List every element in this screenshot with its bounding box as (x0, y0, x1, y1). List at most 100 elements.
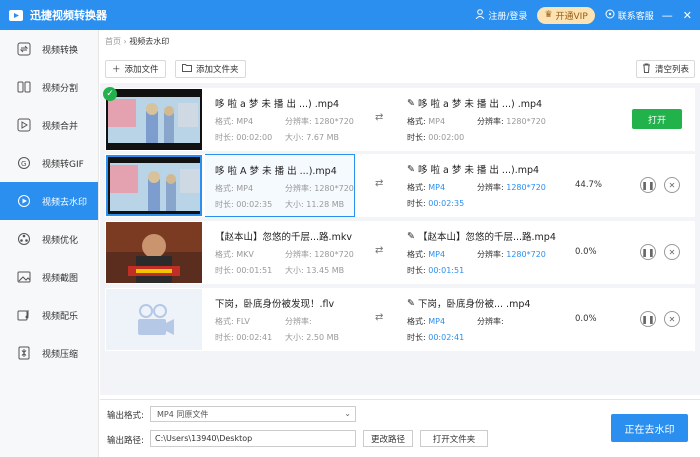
service-link[interactable]: 联系客服 (605, 9, 654, 22)
svg-text:G: G (21, 160, 26, 168)
duration-meta: 时长: 00:02:00 (215, 132, 272, 143)
resolution-label: 分辨率: (477, 117, 504, 126)
sidebar-item-merge[interactable]: 视频合并 (0, 106, 98, 144)
remove-button[interactable]: ✕ (664, 311, 680, 327)
duration-label: 时长: (215, 333, 234, 342)
format-meta: 格式: MP4 (215, 116, 253, 127)
sidebar-item-watermark[interactable]: 视频去水印 (0, 182, 98, 220)
resolution-label: 分辨率: (285, 184, 312, 193)
pause-icon: ❚❚ (641, 180, 655, 190)
sidebar-item-screenshot[interactable]: 视频截图 (0, 258, 98, 296)
output-path-field[interactable]: C:\Users\13940\Desktop (150, 430, 356, 447)
close-button[interactable]: ✕ (683, 9, 692, 22)
sidebar-item-compress[interactable]: 视频压缩 (0, 334, 98, 372)
size-value: 11.28 MB (306, 200, 345, 209)
output-path-label: 输出路径: (107, 436, 144, 446)
output-format-select[interactable]: MP4 同原文件 ⌄ (150, 406, 356, 422)
minimize-button[interactable]: — (662, 9, 673, 22)
service-label: 联系客服 (617, 11, 654, 22)
size-label: 大小: (285, 200, 304, 209)
resolution-meta: 分辨率: 1280*720 (285, 249, 354, 260)
start-button[interactable]: 正在去水印 (611, 414, 688, 442)
folder-icon (182, 63, 192, 75)
output-format-value[interactable]: MP4 (428, 183, 445, 192)
resolution-value: 1280*720 (314, 184, 354, 193)
breadcrumb: 首页 › 视频去水印 (105, 36, 169, 47)
format-value: MKV (236, 250, 254, 259)
open-button[interactable]: 打开 (632, 109, 682, 129)
sidebar-item-label: 视频去水印 (42, 197, 88, 208)
source-info: 【赵本山】忽悠的千层...路.mkv 格式: MKV 分辨率: 1280*720… (205, 221, 355, 284)
resolution-label: 分辨率: (285, 117, 312, 126)
add-file-label: 添加文件 (124, 65, 159, 75)
output-duration-value: 00:01:51 (428, 266, 465, 275)
sidebar-item-label: 视频转GIF (42, 159, 84, 170)
format-meta: 格式: MKV (215, 249, 254, 260)
output-resolution-value[interactable]: 1280*720 (506, 183, 546, 192)
output-resolution-value[interactable]: 1280*720 (506, 250, 546, 259)
resolution-value: 1280*720 (314, 250, 354, 259)
pause-button[interactable]: ❚❚ (640, 311, 656, 327)
progress-text: 0.0% (575, 314, 597, 324)
sidebar-item-optimize[interactable]: 视频优化 (0, 220, 98, 258)
source-info: 哆 啦 A 梦 未 播 出 ...).mp4 格式: MP4 分辨率: 1280… (205, 154, 355, 217)
vip-button[interactable]: ♛ 开通VIP (537, 6, 595, 24)
split-icon (16, 79, 32, 95)
format-label: 格式: (215, 317, 234, 326)
sidebar-item-music[interactable]: 视频配乐 (0, 296, 98, 334)
open-folder-button[interactable]: 打开文件夹 (420, 430, 488, 447)
output-format-value: MP4 (428, 117, 446, 126)
output-format-value[interactable]: MP4 (428, 250, 445, 259)
list-item[interactable]: 哆 啦 A 梦 未 播 出 ...).mp4 格式: MP4 分辨率: 1280… (105, 154, 695, 217)
size-value: 2.50 MB (306, 333, 339, 342)
sidebar-item-split[interactable]: 视频分割 (0, 68, 98, 106)
output-duration-meta: 时长: 00:01:51 (407, 265, 464, 276)
duration-label: 时长: (215, 133, 234, 142)
pause-button[interactable]: ❚❚ (640, 244, 656, 260)
sidebar-item-label: 视频截图 (42, 273, 79, 284)
close-icon: ✕ (668, 180, 676, 190)
output-duration-meta: 时长: 00:02:00 (407, 132, 464, 143)
remove-button[interactable]: ✕ (664, 244, 680, 260)
output-file-name[interactable]: ✎ 哆 啦 a 梦 未 播 出 ...) .mp4 (407, 96, 542, 111)
output-duration-value: 00:02:00 (428, 133, 465, 142)
sidebar-item-convert[interactable]: 视频转换 (0, 30, 98, 68)
add-file-button[interactable]: ＋ 添加文件 (105, 60, 166, 78)
size-value: 13.45 MB (306, 266, 345, 275)
output-duration-value: 00:02:35 (428, 199, 465, 208)
shuffle-icon: ⇄ (375, 178, 384, 189)
compress-icon (16, 345, 32, 361)
output-file-name[interactable]: ✎ 下岗，卧底身份被... .mp4 (407, 296, 530, 311)
output-format-selected: MP4 同原文件 (157, 409, 209, 419)
edit-icon: ✎ (407, 97, 415, 109)
clear-list-button[interactable]: 清空列表 (635, 60, 695, 78)
list-item[interactable]: 【赵本山】忽悠的千层...路.mkv 格式: MKV 分辨率: 1280*720… (105, 221, 695, 284)
pause-button[interactable]: ❚❚ (640, 177, 656, 193)
resolution-label: 分辨率: (285, 250, 312, 259)
remove-button[interactable]: ✕ (664, 177, 680, 193)
sidebar-item-label: 视频转换 (42, 45, 79, 56)
main-panel: 首页 › 视频去水印 ＋ 添加文件 添加文件夹 清空列表 ✓ 哆 啦 a 梦 未… (100, 30, 700, 457)
sidebar-item-gif[interactable]: G 视频转GIF (0, 144, 98, 182)
sidebar-item-label: 视频合并 (42, 121, 79, 132)
list-item[interactable]: ✓ 哆 啦 a 梦 未 播 出 ...) .mp4 格式: MP4 分辨率: 1… (103, 87, 695, 151)
add-folder-button[interactable]: 添加文件夹 (175, 60, 246, 78)
list-item[interactable]: 下岗，卧底身份被发现！.flv 格式: FLV 分辨率: 时长: 00:02:4… (105, 288, 695, 351)
progress-text: 0.0% (575, 247, 597, 257)
format-value: MP4 (236, 117, 254, 126)
change-path-button[interactable]: 更改路径 (363, 430, 413, 447)
output-file-name[interactable]: ✎ 哆 啦 a 梦 未 播 出 ...).mp4 (407, 162, 539, 177)
sidebar-item-label: 视频分割 (42, 83, 79, 94)
size-meta: 大小: 2.50 MB (285, 332, 339, 343)
output-duration-meta: 时长: 00:02:35 (407, 198, 464, 209)
login-link[interactable]: 注册/登录 (475, 8, 527, 22)
output-resolution-meta: 分辨率: 1280*720 (477, 182, 546, 193)
format-label: 格式: (215, 184, 234, 193)
breadcrumb-home[interactable]: 首页 (105, 37, 121, 46)
merge-icon (16, 117, 32, 133)
output-file-name[interactable]: ✎ 【赵本山】忽悠的千层...路.mp4 (407, 229, 556, 244)
duration-value: 00:02:00 (236, 133, 273, 142)
format-meta: 格式: MP4 (215, 183, 253, 194)
output-format-value[interactable]: MP4 (428, 317, 445, 326)
output-resolution-meta: 分辨率: 1280*720 (477, 249, 546, 260)
